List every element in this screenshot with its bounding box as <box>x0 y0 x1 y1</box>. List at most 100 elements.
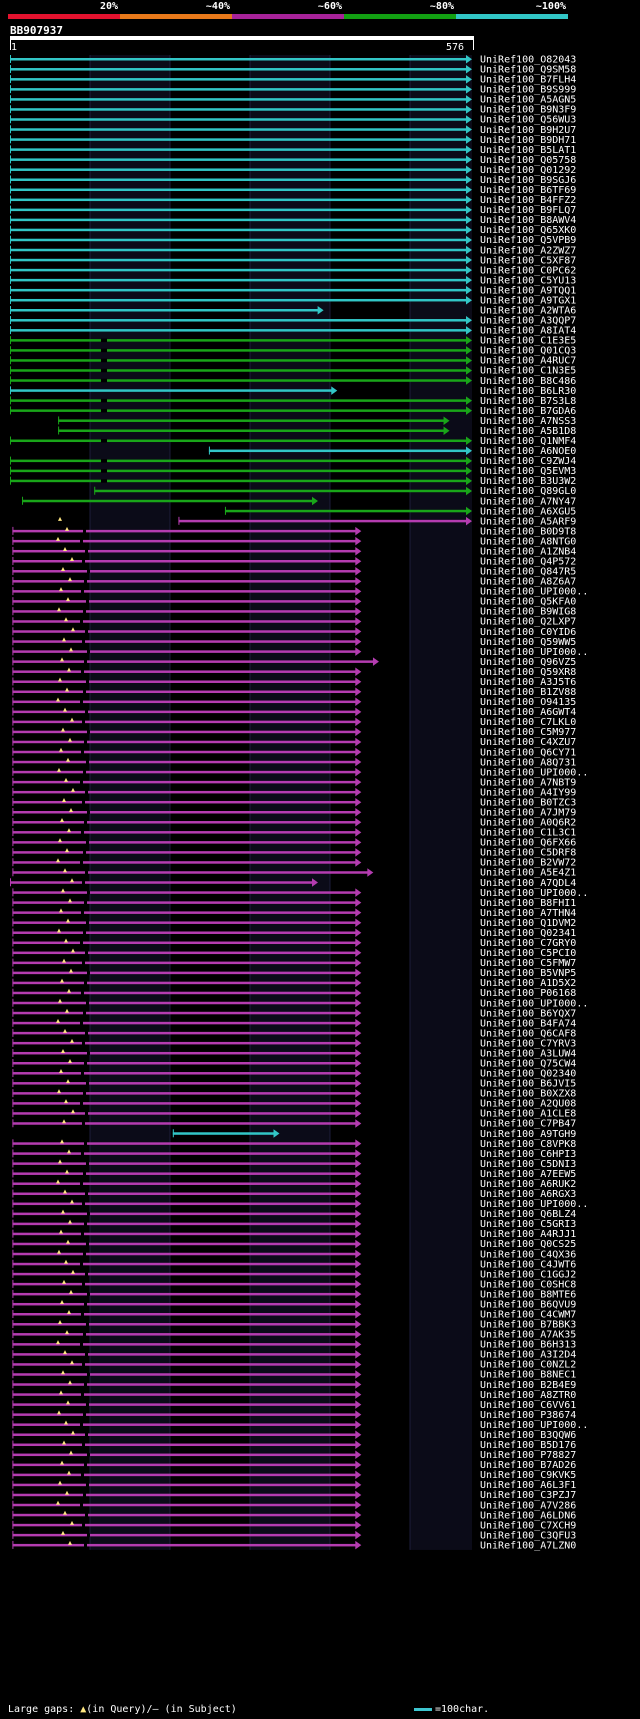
subject-gap <box>85 1513 88 1517</box>
query-gap-triangle <box>71 948 75 953</box>
hit-start-tick <box>10 476 11 485</box>
hit-start-tick <box>10 245 11 254</box>
hit-start-tick <box>10 95 11 104</box>
query-gap-triangle <box>58 998 62 1003</box>
hit-bar <box>12 1001 357 1005</box>
subject-gap <box>81 1392 84 1397</box>
hit-start-tick <box>10 55 11 63</box>
hit-bar <box>224 509 467 513</box>
hit-end-arrow <box>355 818 362 827</box>
subject-gap <box>81 910 84 915</box>
hit-bar <box>10 218 467 222</box>
hit-end-arrow <box>355 1048 362 1058</box>
hit-end-arrow <box>355 1169 362 1178</box>
hit-start-tick <box>10 195 11 204</box>
hit-bar <box>58 419 445 422</box>
subject-gap <box>87 1051 90 1055</box>
hit-end-arrow <box>355 607 362 616</box>
hit-start-tick <box>12 1069 14 1078</box>
query-gap-triangle <box>70 1199 74 1204</box>
query-gap-triangle <box>56 1340 60 1345</box>
hit-start-tick <box>12 1139 14 1148</box>
query-gap-triangle <box>64 777 68 782</box>
hit-bar <box>12 1403 357 1406</box>
hit-start-tick <box>12 1038 14 1047</box>
query-gap-triangle <box>70 1520 74 1525</box>
query-gap-triangle <box>64 938 68 943</box>
hit-bar <box>12 1082 357 1085</box>
query-gap-triangle <box>71 1269 75 1274</box>
hit-end-arrow <box>355 958 362 968</box>
hit-bar <box>172 1132 275 1135</box>
hit-end-arrow <box>355 1289 362 1299</box>
hit-bar <box>12 1393 357 1396</box>
query-gap-triangle <box>64 1099 68 1104</box>
hit-start-tick <box>12 968 14 977</box>
hit-end-arrow <box>355 858 362 867</box>
hit-start-tick <box>12 1249 14 1258</box>
hit-start-tick <box>12 1028 14 1037</box>
subject-gap <box>83 1011 86 1015</box>
hit-bar <box>12 1152 357 1155</box>
hit-end-arrow <box>355 1370 362 1379</box>
hit-end-arrow <box>355 1490 362 1500</box>
hit-start-tick <box>12 1159 14 1168</box>
hit-end-arrow <box>355 1500 362 1510</box>
hit-start-tick <box>12 667 14 676</box>
hit-bar <box>10 389 333 392</box>
hit-start-tick <box>10 185 11 194</box>
hit-bar <box>12 600 357 603</box>
query-gap-triangle <box>61 1048 65 1053</box>
query-gap-triangle <box>58 1159 62 1164</box>
subject-gap <box>101 338 107 343</box>
hit-bar <box>12 700 357 704</box>
subject-gap <box>85 1432 88 1437</box>
hit-start-tick <box>12 918 14 927</box>
hit-end-arrow <box>355 1099 362 1108</box>
subject-gap <box>80 860 83 865</box>
hit-start-tick <box>12 697 14 706</box>
hit-end-arrow <box>355 1330 362 1339</box>
hit-bar <box>10 88 467 91</box>
hit-end-arrow <box>355 687 362 697</box>
hit-end-arrow <box>355 557 362 566</box>
hit-start-tick <box>12 1430 14 1439</box>
hit-bar <box>12 1433 357 1436</box>
hit-start-tick <box>10 316 11 325</box>
query-gap-triangle <box>68 737 72 742</box>
scale-bar-icon <box>414 1707 432 1711</box>
hit-bar <box>12 770 357 774</box>
subject-gap <box>84 1061 87 1065</box>
query-gap-triangle <box>60 978 64 983</box>
hit-end-arrow <box>355 1219 362 1229</box>
query-gap-triangle <box>69 808 73 812</box>
subject-gap <box>80 700 83 704</box>
hit-start-tick <box>12 828 14 837</box>
hit-end-arrow <box>355 828 362 837</box>
hit-end-arrow <box>355 898 362 907</box>
hit-bar <box>10 198 467 202</box>
hit-bar <box>10 479 467 483</box>
hit-bar <box>12 1222 357 1226</box>
hit-start-tick <box>12 1289 14 1298</box>
hit-end-arrow <box>355 1510 362 1520</box>
subject-gap <box>84 1222 87 1226</box>
hit-start-tick <box>12 1360 14 1369</box>
subject-gap <box>87 569 90 574</box>
subject-gap <box>101 408 107 413</box>
subject-gap <box>80 539 83 543</box>
hit-bar <box>10 278 467 282</box>
query-gap-triangle <box>66 918 70 923</box>
hit-end-arrow <box>355 1119 362 1128</box>
hit-bar <box>12 670 357 673</box>
hit-start-tick <box>12 777 14 786</box>
subject-gap <box>87 1212 90 1216</box>
subject-gap <box>83 1493 86 1497</box>
hit-end-arrow <box>355 1299 362 1309</box>
hit-end-arrow <box>355 1109 362 1118</box>
subject-gap <box>86 1161 89 1166</box>
hit-name[interactable]: UniRef100_A7LZN0 <box>480 1540 576 1551</box>
hit-end-arrow <box>355 727 362 737</box>
hit-start-tick <box>12 1199 14 1208</box>
subject-gap <box>83 529 86 533</box>
